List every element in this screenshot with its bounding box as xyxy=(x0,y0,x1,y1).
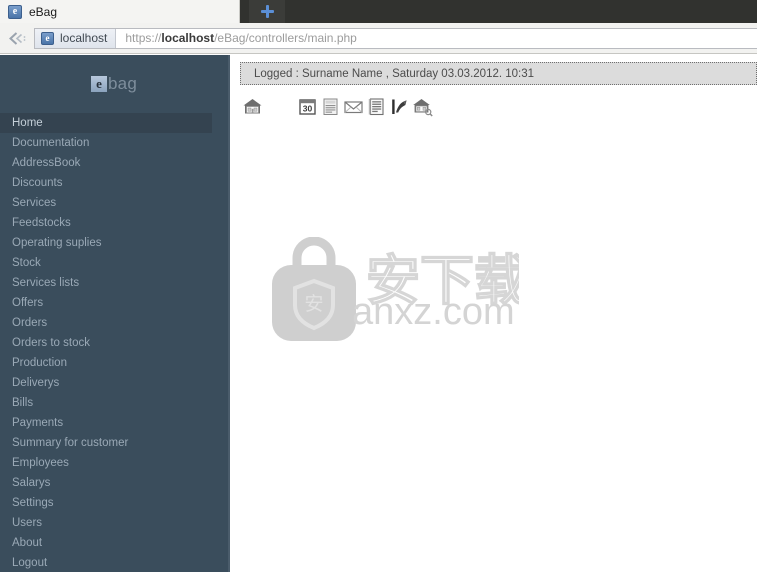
status-bar: Logged : Surname Name , Saturday 03.03.2… xyxy=(240,62,757,85)
sidebar-item-label: Orders to stock xyxy=(12,337,90,349)
sidebar-item-label: Operating suplies xyxy=(12,237,102,249)
content-toolbar: 30 xyxy=(242,95,435,117)
url-bar[interactable]: e localhost https://localhost/eBag/contr… xyxy=(34,27,757,49)
logo-badge: e xyxy=(91,76,108,92)
home-search-icon[interactable] xyxy=(412,96,433,117)
back-button[interactable] xyxy=(0,23,34,54)
watermark: 安 安下载 anxz.com xyxy=(269,236,530,347)
logo-text: bag xyxy=(108,74,137,93)
back-arrow-icon xyxy=(9,31,26,45)
sidebar-item-label: Summary for customer xyxy=(12,437,129,449)
sidebar-item-label: Production xyxy=(12,357,67,369)
sidebar-nav: Home Documentation AddressBook Discounts Ser… xyxy=(0,113,228,572)
sidebar-item-feedstocks[interactable]: Feedstocks xyxy=(0,213,228,233)
sidebar-item-label: Payments xyxy=(12,417,64,429)
sidebar-item-production[interactable]: Production xyxy=(0,353,228,373)
site-identity-badge[interactable]: e localhost xyxy=(35,28,117,48)
chart-icon[interactable] xyxy=(389,96,410,117)
site-identity-label: localhost xyxy=(60,31,108,45)
sidebar-item-label: Stock xyxy=(12,257,41,269)
plus-icon xyxy=(260,5,274,18)
sidebar-item-label: Settings xyxy=(12,497,54,509)
sidebar-item-label: Offers xyxy=(12,297,44,309)
sidebar-item-salarys[interactable]: Salarys xyxy=(0,473,228,493)
sidebar-item-label: Services xyxy=(12,197,57,209)
browser-tab-ebag[interactable]: e eBag xyxy=(0,0,240,23)
sidebar-item-services[interactable]: Services xyxy=(0,193,228,213)
sidebar-item-label: Logout xyxy=(12,557,48,569)
sidebar-item-bills[interactable]: Bills xyxy=(0,393,228,413)
svg-text:30: 30 xyxy=(303,103,313,113)
site-favicon: e xyxy=(41,31,54,45)
sidebar-item-addressbook[interactable]: AddressBook xyxy=(0,153,228,173)
browser-tabstrip: e eBag xyxy=(0,0,757,23)
sidebar-item-label: Documentation xyxy=(12,137,90,149)
sidebar-item-label: Deliverys xyxy=(12,377,60,389)
sidebar-item-label: Employees xyxy=(12,457,69,469)
sidebar-item-orders-to-stock[interactable]: Orders to stock xyxy=(0,333,228,353)
sidebar-item-deliverys[interactable]: Deliverys xyxy=(0,373,228,393)
sidebar-item-services-lists[interactable]: Services lists xyxy=(0,273,228,293)
sidebar-item-stock[interactable]: Stock xyxy=(0,253,228,273)
new-tab-button[interactable] xyxy=(249,0,285,23)
main-content: Logged : Surname Name , Saturday 03.03.2… xyxy=(232,55,757,572)
browser-window: e eBag e localhost https://localhost/eBa… xyxy=(0,0,757,572)
browser-navbar: e localhost https://localhost/eBag/contr… xyxy=(0,23,757,54)
calendar-icon[interactable]: 30 xyxy=(297,96,318,117)
url-path: /eBag/controllers/main.php xyxy=(214,31,357,45)
watermark-url-text: anxz.com xyxy=(352,291,515,333)
sidebar-item-label: Feedstocks xyxy=(12,217,71,229)
sidebar-item-label: Discounts xyxy=(12,177,63,189)
sidebar-item-settings[interactable]: Settings xyxy=(0,493,228,513)
report-document-icon[interactable] xyxy=(366,96,387,117)
sidebar-item-users[interactable]: Users xyxy=(0,513,228,533)
url-host: localhost xyxy=(161,31,215,45)
sidebar-item-label: AddressBook xyxy=(12,157,81,169)
home-icon[interactable] xyxy=(242,96,263,117)
browser-tab-title: eBag xyxy=(29,4,58,19)
sidebar-item-documentation[interactable]: Documentation xyxy=(0,133,228,153)
sidebar-item-label: Services lists xyxy=(12,277,80,289)
sidebar-item-label: Home xyxy=(12,117,43,129)
sidebar-item-label: Users xyxy=(12,517,43,529)
sidebar-item-orders[interactable]: Orders xyxy=(0,313,228,333)
sidebar-item-summary-for-customer[interactable]: Summary for customer xyxy=(0,433,228,453)
sidebar-item-discounts[interactable]: Discounts xyxy=(0,173,228,193)
watermark-badge-char: 安 xyxy=(304,293,323,315)
url-text: https://localhost/eBag/controllers/main.… xyxy=(125,31,357,45)
ebag-favicon: e xyxy=(8,4,22,19)
sidebar-item-label: Salarys xyxy=(12,477,51,489)
sidebar-item-label: About xyxy=(12,537,43,549)
envelope-icon[interactable] xyxy=(343,96,364,117)
logged-status-text: Logged : Surname Name , Saturday 03.03.2… xyxy=(254,67,535,80)
sidebar-item-label: Bills xyxy=(12,397,34,409)
page-body: e bag Home Documentation AddressBook Discou… xyxy=(0,55,757,572)
app-logo[interactable]: e bag xyxy=(0,55,228,113)
list-document-icon[interactable] xyxy=(320,96,341,117)
sidebar-item-offers[interactable]: Offers xyxy=(0,293,228,313)
sidebar-item-about[interactable]: About xyxy=(0,533,228,553)
sidebar-item-home[interactable]: Home xyxy=(0,113,212,133)
sidebar-item-logout[interactable]: Logout xyxy=(0,553,228,572)
sidebar-item-operating-suplies[interactable]: Operating suplies xyxy=(0,233,228,253)
sidebar-item-payments[interactable]: Payments xyxy=(0,413,228,433)
sidebar-item-employees[interactable]: Employees xyxy=(0,453,228,473)
sidebar-item-label: Orders xyxy=(12,317,48,329)
sidebar: e bag Home Documentation AddressBook Discou… xyxy=(0,55,230,572)
